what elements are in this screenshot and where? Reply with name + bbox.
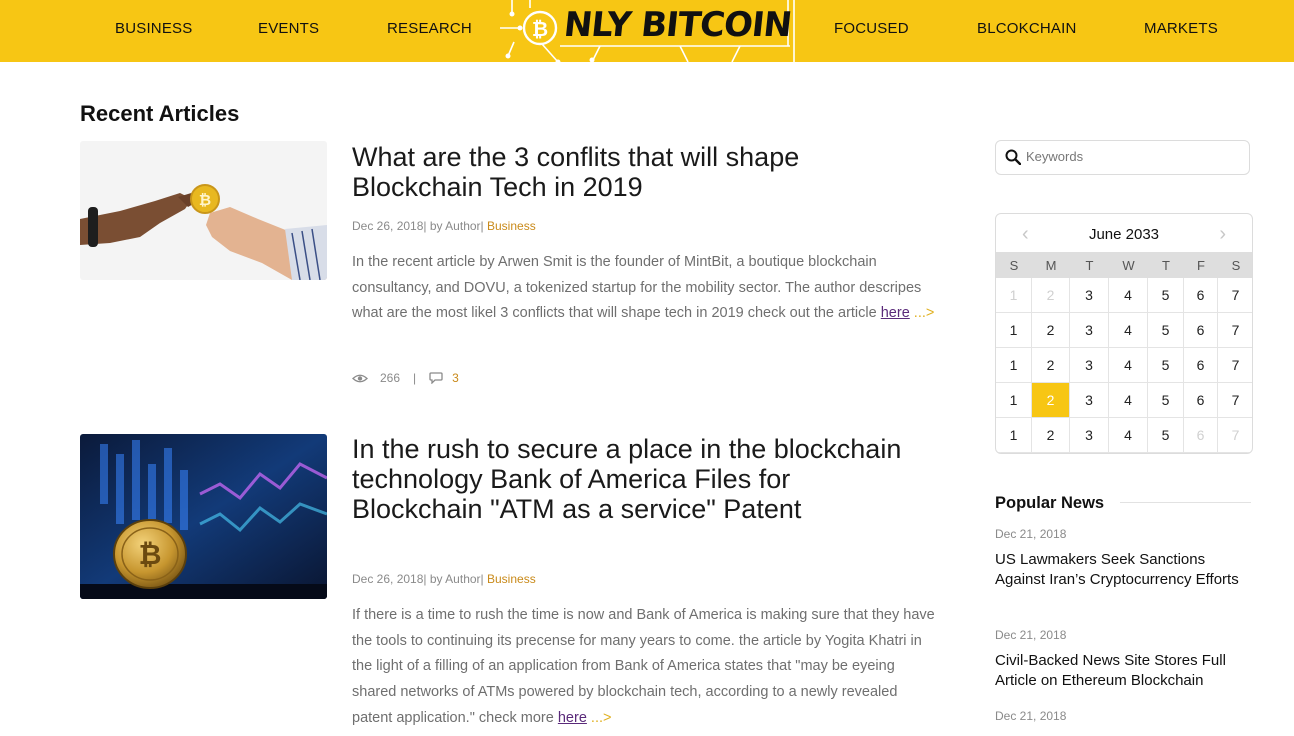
calendar-day[interactable]: 5 — [1148, 383, 1184, 418]
calendar-header: ‹ June 2033 › — [996, 214, 1252, 252]
popular-news-heading: Popular News — [995, 494, 1105, 512]
popular-news-date: Dec 21, 2018 — [995, 628, 1067, 642]
article-thumbnail[interactable]: ₿ — [80, 434, 327, 599]
calendar-day[interactable]: 6 — [1184, 383, 1218, 418]
calendar-day[interactable]: 6 — [1184, 278, 1218, 313]
calendar-day[interactable]: 3 — [1070, 313, 1109, 348]
read-more-link[interactable]: ...> — [591, 710, 612, 726]
calendar-day[interactable]: 7 — [1218, 383, 1252, 418]
article-category-link[interactable]: Business — [487, 219, 536, 233]
weekday-label: W — [1122, 258, 1135, 273]
calendar-day[interactable]: 4 — [1109, 348, 1148, 383]
article-excerpt: In the recent article by Arwen Smit is t… — [352, 250, 937, 327]
calendar-day[interactable]: 4 — [1109, 383, 1148, 418]
calendar-day[interactable]: 2 — [1032, 278, 1070, 313]
calendar-day[interactable]: 1 — [996, 278, 1032, 313]
svg-text:₿: ₿ — [199, 191, 211, 209]
weekday-label: F — [1197, 258, 1205, 273]
comment-count[interactable]: 3 — [452, 371, 459, 385]
top-navigation-bar: BUSINESS EVENTS RESEARCH ₿ NLY BITCOIN F… — [0, 0, 1294, 62]
article-meta-text: Dec 26, 2018| by Author| — [352, 572, 484, 586]
calendar-day[interactable]: 3 — [1070, 348, 1109, 383]
calendar-day[interactable]: 7 — [1218, 313, 1252, 348]
calendar-day[interactable]: 3 — [1070, 278, 1109, 313]
nav-blockchain[interactable]: BLCOKCHAIN — [977, 20, 1077, 37]
article-here-link[interactable]: here — [558, 710, 587, 726]
heading-divider — [1120, 502, 1251, 503]
popular-news-date: Dec 21, 2018 — [995, 709, 1067, 723]
calendar-day[interactable]: 3 — [1070, 418, 1109, 453]
search-input[interactable] — [1026, 149, 1236, 164]
nav-events[interactable]: EVENTS — [258, 20, 319, 37]
calendar-day[interactable]: 3 — [1070, 383, 1109, 418]
article-excerpt-text: If there is a time to rush the time is n… — [352, 607, 935, 726]
calendar-day[interactable]: 5 — [1148, 278, 1184, 313]
read-more-link[interactable]: ...> — [914, 305, 935, 321]
calendar-day[interactable]: 7 — [1218, 278, 1252, 313]
calendar-day[interactable]: 7 — [1218, 348, 1252, 383]
stats-separator: | — [413, 371, 417, 385]
popular-news-title[interactable]: US Lawmakers Seek Sanctions Against Iran… — [995, 550, 1245, 589]
site-logo[interactable]: ₿ NLY BITCOIN — [500, 0, 798, 62]
article-title[interactable]: In the rush to secure a place in the blo… — [352, 434, 912, 524]
calendar-day[interactable]: 7 — [1218, 418, 1252, 453]
logo-wordmark: NLY BITCOIN — [561, 5, 794, 45]
hands-exchanging-bitcoin-image: ₿ — [80, 141, 327, 280]
calendar-day[interactable]: 4 — [1109, 418, 1148, 453]
popular-news-title[interactable]: Civil-Backed News Site Stores Full Artic… — [995, 651, 1245, 690]
calendar-day[interactable]: 2 — [1032, 313, 1070, 348]
view-count: 266 — [380, 371, 401, 385]
weekday-label: T — [1162, 258, 1170, 273]
calendar-day[interactable]: 4 — [1109, 313, 1148, 348]
article-thumbnail[interactable]: ₿ — [80, 141, 327, 280]
calendar-day[interactable]: 5 — [1148, 313, 1184, 348]
search-box — [995, 140, 1250, 175]
calendar-day[interactable]: 1 — [996, 313, 1032, 348]
calendar-day[interactable]: 2 — [1032, 348, 1070, 383]
article-meta-text: Dec 26, 2018| by Author| — [352, 219, 484, 233]
comment-icon — [429, 372, 443, 384]
weekday-label: S — [1009, 258, 1019, 273]
article-meta: Dec 26, 2018| by Author| Business — [352, 572, 536, 586]
nav-research[interactable]: RESEARCH — [387, 20, 472, 37]
nav-focused[interactable]: FOCUSED — [834, 20, 909, 37]
search-icon[interactable] — [1005, 149, 1021, 165]
article-excerpt: If there is a time to rush the time is n… — [352, 603, 937, 732]
popular-news-date: Dec 21, 2018 — [995, 527, 1067, 541]
article-category-link[interactable]: Business — [487, 572, 536, 586]
weekday-label: S — [1231, 258, 1241, 273]
article-meta: Dec 26, 2018| by Author| Business — [352, 219, 536, 233]
calendar-weekday-row: SMTWTFS — [996, 252, 1252, 278]
article-stats: 266 | 3 — [352, 371, 459, 385]
nav-business[interactable]: BUSINESS — [115, 20, 192, 37]
calendar-day[interactable]: 6 — [1184, 313, 1218, 348]
nav-markets[interactable]: MARKETS — [1144, 20, 1218, 37]
calendar-day[interactable]: 6 — [1184, 418, 1218, 453]
calendar-day[interactable]: 2 — [1032, 418, 1070, 453]
svg-text:₿: ₿ — [139, 538, 162, 571]
calendar-day[interactable]: 5 — [1148, 348, 1184, 383]
calendar-month-label: June 2033 — [1088, 226, 1160, 243]
calendar-day-today[interactable]: 2 — [1032, 383, 1070, 418]
calendar-day[interactable]: 1 — [996, 383, 1032, 418]
article-title[interactable]: What are the 3 conflits that will shape … — [352, 142, 912, 202]
weekday-label: M — [1045, 258, 1057, 273]
calendar-day[interactable]: 6 — [1184, 348, 1218, 383]
article-excerpt-text: In the recent article by Arwen Smit is t… — [352, 254, 922, 322]
calendar-day[interactable]: 1 — [996, 348, 1032, 383]
calendar-next-button[interactable]: › — [1219, 223, 1226, 246]
eye-icon — [352, 374, 368, 382]
calendar-day[interactable]: 5 — [1148, 418, 1184, 453]
svg-text:₿: ₿ — [532, 17, 548, 41]
bitcoin-coin-chart-image: ₿ — [80, 434, 327, 599]
article-here-link[interactable]: here — [881, 305, 910, 321]
calendar-widget: ‹ June 2033 › SMTWTFS 123456712345671234… — [995, 213, 1253, 454]
calendar-day[interactable]: 4 — [1109, 278, 1148, 313]
section-title: Recent Articles — [80, 101, 240, 126]
calendar-day[interactable]: 1 — [996, 418, 1032, 453]
weekday-label: T — [1085, 258, 1094, 273]
